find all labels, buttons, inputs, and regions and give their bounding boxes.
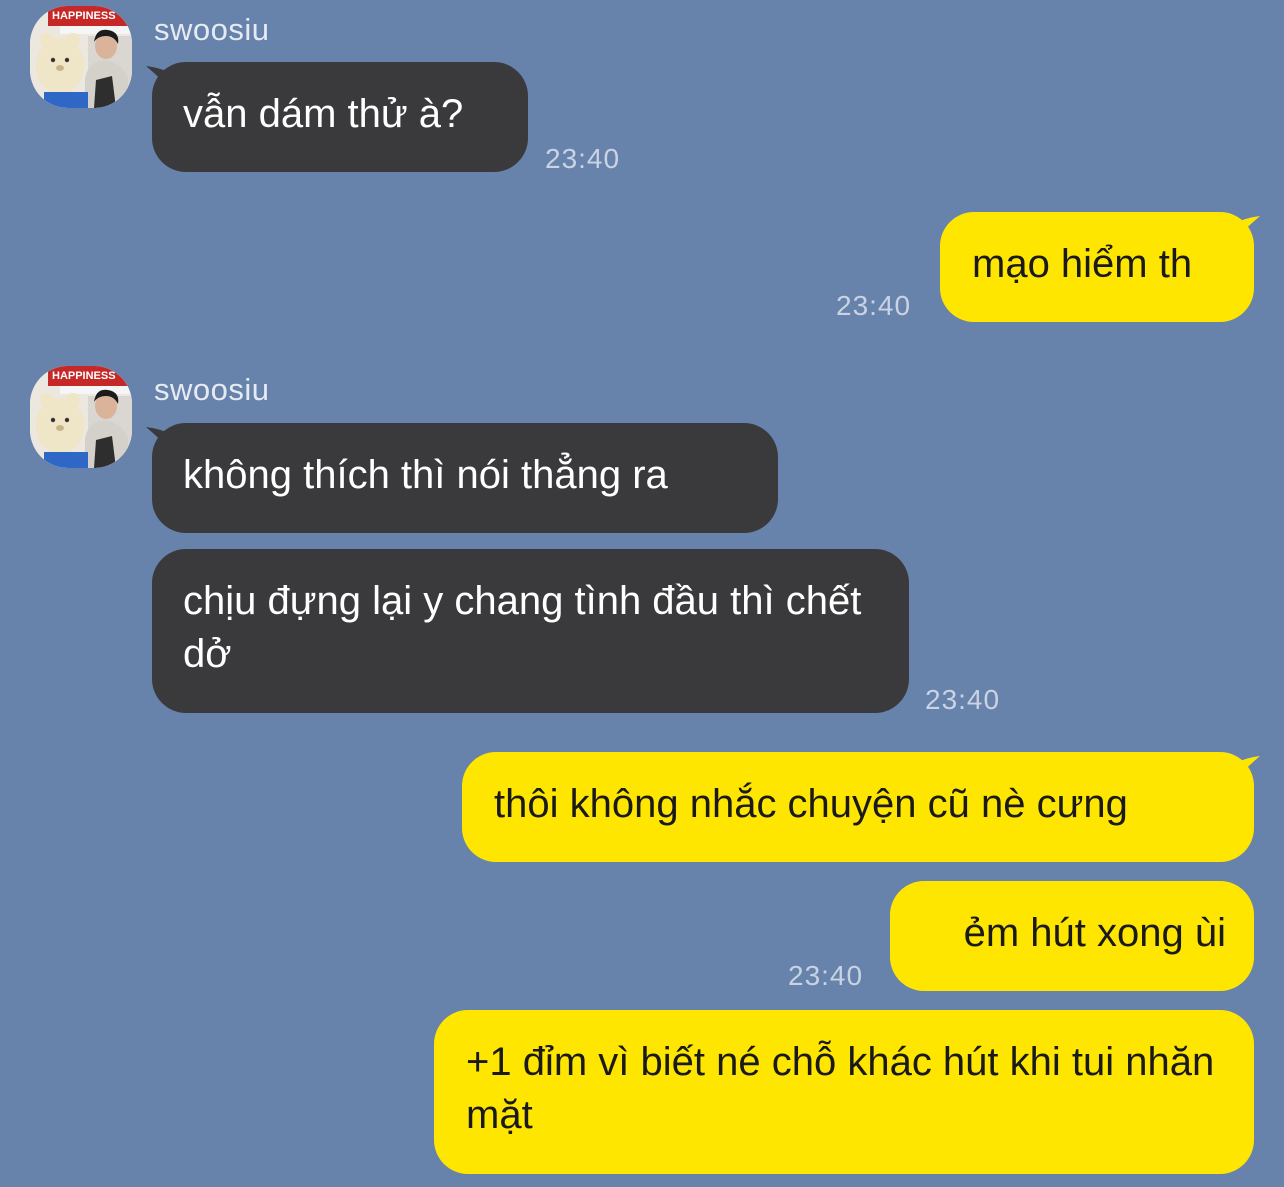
message-bubble-incoming[interactable]: chịu đựng lại y chang tình đầu thì chết … xyxy=(152,549,909,713)
sender-name: swoosiu xyxy=(154,372,270,407)
message-timestamp: 23:40 xyxy=(836,290,912,321)
message-bubble-outgoing[interactable]: thôi không nhắc chuyện cũ nè cưng xyxy=(462,752,1254,862)
message-text: không thích thì nói thẳng ra xyxy=(183,453,668,497)
message-text: chịu đựng lại y chang tình đầu thì chết … xyxy=(183,579,862,676)
message-timestamp: 23:40 xyxy=(545,143,621,174)
message-bubble-outgoing[interactable]: +1 đỉm vì biết né chỗ khác hút khi tui n… xyxy=(434,1010,1254,1174)
avatar[interactable]: HAPPINESS xyxy=(30,366,132,468)
message-timestamp: 23:40 xyxy=(925,684,1001,715)
message-timestamp: 23:40 xyxy=(788,960,864,991)
message-text: ẻm hút xong ùi xyxy=(963,911,1226,955)
svg-text:HAPPINESS: HAPPINESS xyxy=(52,370,116,382)
avatar[interactable]: HAPPINESS xyxy=(30,6,132,108)
message-text: mạo hiểm th xyxy=(972,242,1193,286)
message-text: +1 đỉm vì biết né chỗ khác hút khi tui n… xyxy=(466,1040,1215,1137)
sender-name: swoosiu xyxy=(154,12,270,47)
svg-text:HAPPINESS: HAPPINESS xyxy=(52,10,116,22)
message-bubble-incoming[interactable]: vẫn dám thử à? xyxy=(152,62,528,172)
message-text: vẫn dám thử à? xyxy=(183,92,464,136)
message-bubble-incoming[interactable]: không thích thì nói thẳng ra xyxy=(152,423,778,533)
user-avatar-photo-icon: HAPPINESS xyxy=(30,6,132,108)
message-bubble-outgoing[interactable]: mạo hiểm th xyxy=(940,212,1254,322)
user-avatar-photo-icon: HAPPINESS xyxy=(30,366,132,468)
message-bubble-outgoing[interactable]: ẻm hút xong ùi xyxy=(890,881,1254,991)
message-text: thôi không nhắc chuyện cũ nè cưng xyxy=(494,782,1128,826)
